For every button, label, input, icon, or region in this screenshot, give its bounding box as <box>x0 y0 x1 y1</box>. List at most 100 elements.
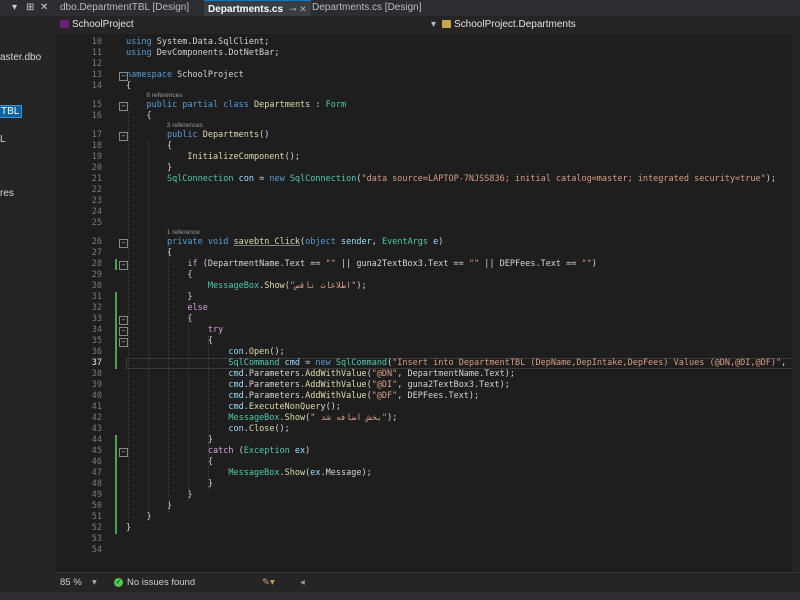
line-number: 40 <box>91 391 102 401</box>
tree-item-selected[interactable]: TBL <box>0 105 23 118</box>
line-number: 30 <box>91 281 102 291</box>
issues-indicator[interactable]: ✓ No issues found <box>114 573 195 593</box>
tree-item[interactable]: aster.dbo <box>0 52 41 63</box>
dropdown-icon[interactable]: ▾ <box>12 2 17 13</box>
code-editor[interactable]: 10 using System.Data.SqlClient; 11 using De… <box>56 34 800 572</box>
project-dropdown[interactable]: SchoolProject ▾ <box>60 17 436 32</box>
tab-departmenttbl-design[interactable]: dbo.DepartmentTBL [Design] <box>56 0 193 16</box>
tab-label: Departments.cs <box>208 4 284 15</box>
indent-guide <box>148 141 149 512</box>
code-line[interactable]: 18 { <box>56 141 800 152</box>
class-dropdown[interactable]: SchoolProject.Departments <box>442 17 792 32</box>
zoom-level[interactable]: 85 % <box>60 573 82 593</box>
code-line[interactable]: 23 <box>56 196 800 207</box>
code-text: { <box>126 314 193 324</box>
code-text: } <box>126 292 193 302</box>
code-text: } <box>126 163 173 173</box>
code-line[interactable]: 11 using DevComponents.DotNetBar; <box>56 48 800 59</box>
code-line[interactable]: 20 } <box>56 163 800 174</box>
code-line[interactable]: 24 <box>56 207 800 218</box>
bottom-strip <box>0 592 800 600</box>
change-indicator-bar <box>115 435 117 534</box>
line-number: 16 <box>91 111 102 121</box>
codelens-references[interactable]: 3 references <box>167 122 203 130</box>
line-number: 14 <box>91 81 102 91</box>
csharp-project-icon <box>60 20 69 29</box>
codelens-references[interactable]: 8 references <box>146 92 182 100</box>
line-number: 36 <box>91 347 102 357</box>
code-line[interactable]: 16 { <box>56 111 800 122</box>
code-text: using System.Data.SqlClient; <box>126 37 270 47</box>
class-label: SchoolProject.Departments <box>454 19 576 30</box>
line-number: 20 <box>91 163 102 173</box>
code-line[interactable]: 21 SqlConnection con = new SqlConnection… <box>56 174 800 185</box>
code-line[interactable]: 17− public Departments() <box>56 130 800 141</box>
code-text: con.Open(); <box>228 347 285 357</box>
line-number: 32 <box>91 303 102 313</box>
class-icon <box>442 20 451 29</box>
line-number: 27 <box>91 248 102 258</box>
indent-guide <box>168 248 169 512</box>
code-text: namespace SchoolProject <box>126 70 244 80</box>
code-text: else <box>187 303 208 313</box>
code-text: } <box>126 479 213 489</box>
code-text: } <box>126 512 152 522</box>
line-number: 28 <box>91 259 102 269</box>
code-line[interactable]: 15− public partial class Departments : F… <box>56 100 800 111</box>
code-line[interactable]: 13− namespace SchoolProject <box>56 70 800 81</box>
navigation-bar: SchoolProject ▾ SchoolProject.Department… <box>56 16 800 35</box>
code-text: SqlConnection con = new SqlConnection("d… <box>166 174 776 184</box>
code-text: MessageBox.Show("اطلاعات ناقص"); <box>207 281 367 291</box>
tree-item[interactable]: L <box>0 134 6 145</box>
code-line[interactable]: 12 <box>56 59 800 70</box>
chevron-down-icon: ▾ <box>430 19 436 30</box>
code-line[interactable]: 53 <box>56 534 800 545</box>
line-number: 41 <box>91 402 102 412</box>
line-number: 19 <box>91 152 102 162</box>
code-line[interactable]: 14 { <box>56 81 800 92</box>
code-text: { <box>126 248 173 258</box>
line-number: 18 <box>91 141 102 151</box>
line-number: 31 <box>91 292 102 302</box>
auto-hide-icon[interactable]: ⊞ <box>26 2 34 13</box>
code-text: cmd.Parameters.AddWithValue("@DN", Depar… <box>228 369 515 379</box>
chevron-left-icon[interactable]: ◂ <box>300 573 305 593</box>
line-number: 52 <box>91 523 102 533</box>
chevron-down-icon[interactable]: ▾ <box>92 573 97 593</box>
brush-icon[interactable]: ✎▾ <box>262 573 275 593</box>
tab-label: dbo.DepartmentTBL [Design] <box>60 2 190 13</box>
code-text: } <box>126 523 132 533</box>
code-line[interactable]: 52} <box>56 523 800 534</box>
code-line[interactable]: 51 } <box>56 512 800 523</box>
code-text: { <box>126 336 213 346</box>
code-text: { <box>126 457 213 467</box>
code-line[interactable]: 22 <box>56 185 800 196</box>
pin-close-icons[interactable]: ⊸ ✕ <box>289 4 307 14</box>
code-text: cmd.Parameters.AddWithValue("@DF", DEPFe… <box>228 391 480 401</box>
line-number: 42 <box>91 413 102 423</box>
code-line[interactable]: 54 <box>56 545 800 556</box>
codelens-references[interactable]: 1 reference <box>167 229 200 237</box>
line-number: 15 <box>91 100 102 110</box>
tab-label: Departments.cs [Design] <box>312 2 422 13</box>
code-text: InitializeComponent(); <box>187 152 301 162</box>
code-text: private void savebtn_Click(object sender… <box>166 237 444 247</box>
code-line[interactable]: 10 using System.Data.SqlClient; <box>56 37 800 48</box>
document-tab-bar: dbo.DepartmentTBL [Design] Departments.c… <box>56 0 800 17</box>
code-line[interactable]: 19 InitializeComponent(); <box>56 152 800 163</box>
tab-departments-cs[interactable]: Departments.cs ⊸ ✕ <box>204 0 311 17</box>
tab-departments-design[interactable]: Departments.cs [Design] <box>308 0 426 16</box>
vertical-scrollbar[interactable] <box>792 34 800 572</box>
code-line[interactable]: 25 <box>56 218 800 229</box>
line-number: 10 <box>91 37 102 47</box>
code-text: MessageBox.Show(" بخش اضافه شد"); <box>228 413 398 423</box>
indent-guide <box>208 336 209 490</box>
code-text: cmd.ExecuteNonQuery(); <box>228 402 341 412</box>
code-text: { <box>126 81 132 91</box>
line-number: 54 <box>91 545 102 555</box>
close-icon[interactable]: ✕ <box>40 2 48 13</box>
line-number: 44 <box>91 435 102 445</box>
code-line[interactable]: 26− private void savebtn_Click(object se… <box>56 237 800 248</box>
tree-item[interactable]: res <box>0 188 14 199</box>
line-number: 33 <box>91 314 102 324</box>
